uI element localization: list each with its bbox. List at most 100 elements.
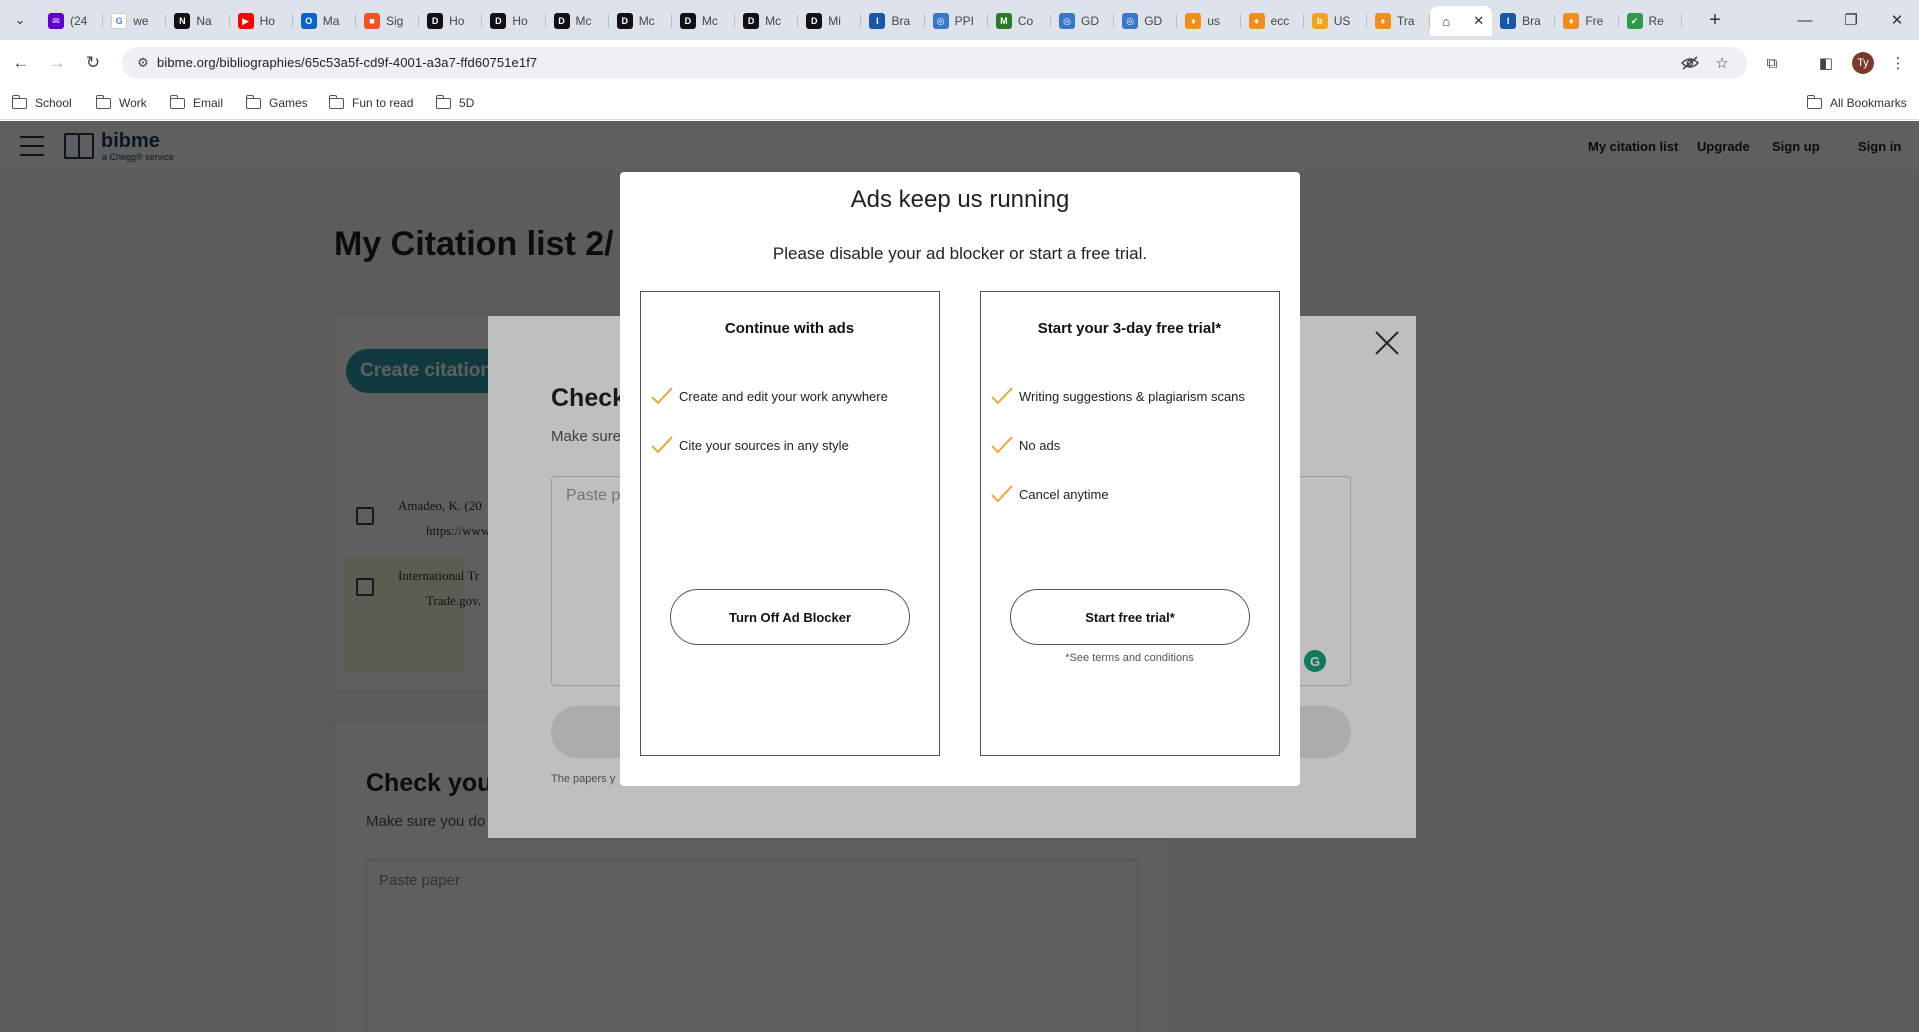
tab-label: Na — [196, 14, 212, 28]
browser-tab[interactable]: D Ho — [419, 6, 483, 36]
folder-icon — [169, 94, 185, 109]
globe-icon: ◎ — [1122, 13, 1139, 29]
browser-tab[interactable]: D Mi — [798, 6, 862, 36]
eye-off-icon[interactable] — [1680, 53, 1700, 73]
tab-label: PPI — [954, 14, 974, 28]
browser-tab[interactable]: ✔ Re — [1619, 6, 1682, 36]
tab-label: Mc — [575, 14, 592, 28]
google-icon: G — [111, 13, 128, 29]
browser-tab[interactable]: D Mc — [735, 6, 799, 36]
browser-tab[interactable]: ■ Sig — [356, 6, 420, 36]
turn-off-ad-blocker-button[interactable]: Turn Off Ad Blocker — [670, 589, 910, 645]
tab-label: GD — [1144, 14, 1163, 28]
d2l-icon: D — [616, 13, 633, 29]
menu-icon[interactable]: ⋮ — [1886, 51, 1910, 75]
bing-icon: b — [1311, 13, 1328, 29]
tab-label: Mc — [765, 14, 782, 28]
mail-icon: ✉ — [48, 13, 64, 29]
browser-tab[interactable]: N Na — [166, 6, 230, 36]
bookmark-email[interactable]: Email — [169, 92, 223, 114]
forward-icon[interactable]: → — [44, 50, 70, 76]
tab-label: GD — [1081, 14, 1099, 28]
bookmark-games[interactable]: Games — [245, 92, 308, 114]
tab-label: Ho — [449, 14, 465, 28]
new-tab-button[interactable]: + — [1703, 8, 1727, 32]
browser-tab[interactable]: ♦ Tra — [1367, 6, 1431, 36]
feature-item: Cancel anytime — [991, 483, 1109, 505]
check-icon — [651, 436, 673, 454]
d2l-icon: D — [490, 13, 507, 29]
bookmark-fun-to-read[interactable]: Fun to read — [328, 92, 413, 114]
profile-avatar[interactable]: Ty — [1852, 52, 1874, 74]
terms-link[interactable]: *See terms and conditions — [981, 652, 1278, 664]
microsoft-icon: ■ — [363, 13, 380, 29]
feature-item: Create and edit your work anywhere — [651, 385, 888, 407]
folder-icon — [11, 94, 27, 109]
check-icon — [991, 485, 1013, 503]
tab-label: US — [1333, 14, 1351, 28]
globe-icon: ◎ — [1059, 13, 1075, 29]
back-icon[interactable]: ← — [8, 50, 34, 76]
browser-tab[interactable]: D Ho — [482, 6, 546, 36]
bookmark-5d[interactable]: 5D — [435, 92, 474, 114]
tab-label: Co — [1017, 14, 1034, 28]
tab-strip: ⌄ ✉ (24 Gwe N Na ▶ Ho O Ma ■ Sig D Ho D Ho D Mc D Mc D Mc D Mc… — [0, 0, 1919, 40]
browser-tab[interactable]: ◎ PPI — [925, 6, 988, 36]
tab-label: Bra — [1522, 14, 1541, 28]
youtube-icon: ▶ — [237, 13, 254, 29]
d2l-icon: D — [427, 13, 444, 29]
browser-tab[interactable]: D Mc — [609, 6, 672, 36]
tab-label: Fre — [1585, 14, 1604, 28]
browser-tab[interactable]: ♦ Fre — [1555, 6, 1619, 36]
ita-icon: I — [869, 13, 886, 29]
tab-label: Sig — [385, 14, 404, 28]
ad-modal-subtitle: Please disable your ad blocker or start … — [772, 244, 1148, 263]
browser-tab[interactable]: ◎ GD — [1051, 6, 1115, 36]
browser-tab[interactable]: I Bra — [1492, 6, 1556, 36]
folder-icon — [1806, 94, 1822, 109]
browser-tab[interactable]: b US — [1304, 6, 1367, 36]
all-bookmarks[interactable]: All Bookmarks — [1806, 92, 1907, 114]
browser-tab[interactable]: ⌂ ✕ — [1430, 6, 1493, 36]
browser-tab[interactable]: ♦ us — [1177, 6, 1241, 36]
bookmark-work[interactable]: Work — [95, 92, 147, 114]
flame-icon: ♦ — [1248, 13, 1265, 29]
browser-tab[interactable]: ◎ GD — [1114, 6, 1178, 36]
bookmark-school[interactable]: School — [11, 92, 72, 114]
shield-icon: ✔ — [1626, 13, 1643, 29]
close-window-icon[interactable]: ✕ — [1882, 8, 1912, 32]
browser-tab[interactable]: D Mc — [546, 6, 609, 36]
d2l-icon: D — [743, 13, 760, 29]
tab-label: ecc — [1270, 14, 1290, 28]
browser-tab[interactable]: ♦ ecc — [1241, 6, 1304, 36]
site-info-icon[interactable]: ⚙ — [135, 55, 151, 71]
tab-search-icon[interactable]: ⌄ — [8, 8, 32, 32]
browser-tab[interactable]: I Bra — [861, 6, 925, 36]
bookmark-star-icon[interactable]: ☆ — [1712, 53, 1732, 73]
minimize-icon[interactable]: — — [1790, 8, 1820, 32]
tab-close-icon[interactable]: ✕ — [1473, 13, 1484, 29]
tab-label: Tra — [1396, 14, 1415, 28]
d2l-icon: D — [806, 13, 823, 29]
browser-tab[interactable]: Gwe — [103, 6, 167, 36]
tab-label: we — [133, 14, 149, 28]
tab-label: Mc — [638, 14, 655, 28]
ad-blocker-modal: Ads keep us running Please disable your … — [620, 172, 1300, 786]
check-icon — [991, 387, 1013, 405]
browser-tab[interactable]: M Co — [988, 6, 1051, 36]
check-icon — [651, 387, 673, 405]
reload-icon[interactable]: ↻ — [80, 50, 106, 76]
browser-tab[interactable]: D Mc — [672, 6, 736, 36]
start-free-trial-button[interactable]: Start free trial* — [1010, 589, 1250, 645]
outlook-icon: O — [300, 13, 317, 29]
browser-tab[interactable]: ✉ (24 — [40, 6, 104, 36]
restore-icon[interactable]: ❐ — [1836, 8, 1866, 32]
side-panel-icon[interactable]: ◧ — [1814, 51, 1838, 75]
d2l-icon: D — [679, 13, 696, 29]
browser-tab[interactable]: ▶ Ho — [230, 6, 293, 36]
browser-tab[interactable]: O Ma — [293, 6, 356, 36]
macrotrends-icon: M — [995, 13, 1012, 29]
extensions-icon[interactable]: ⧉ — [1760, 51, 1784, 75]
flame-icon: ♦ — [1563, 13, 1580, 29]
url-text[interactable]: bibme.org/bibliographies/65c53a5f-cd9f-4… — [157, 55, 537, 70]
